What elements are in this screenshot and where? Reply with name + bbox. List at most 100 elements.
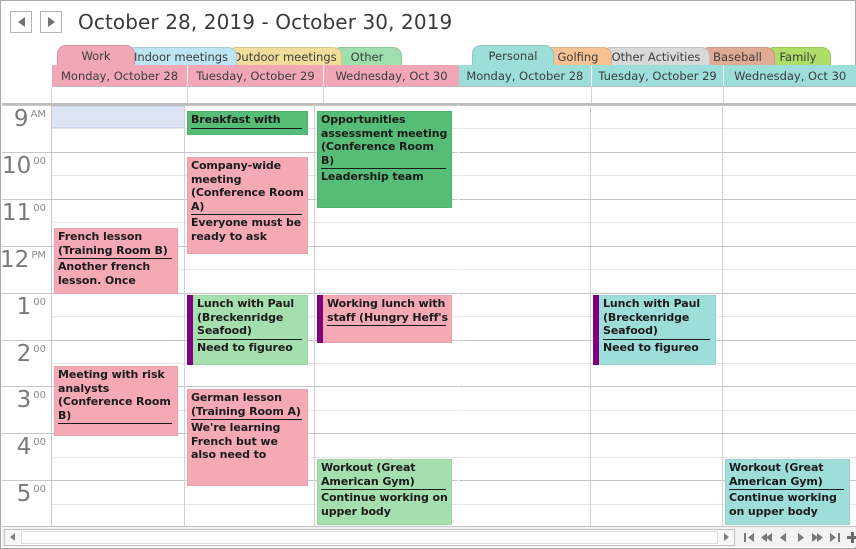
appointment-divider xyxy=(603,338,710,340)
selected-time-cell[interactable] xyxy=(52,106,184,129)
half-hour-gridline xyxy=(591,269,722,270)
all-day-cell-1[interactable] xyxy=(592,87,725,103)
prev-page-button[interactable] xyxy=(758,528,775,547)
appointment[interactable]: Workout (Great American Gym) Continue wor… xyxy=(317,459,452,525)
hour-gridline xyxy=(459,433,590,434)
time-grid-right: Lunch with Paul (Breckenridge Seafood) Ne… xyxy=(459,105,856,527)
appointment[interactable]: Working lunch with staff (Hungry Heff's xyxy=(317,295,452,343)
day-header-0[interactable]: Monday, October 28 xyxy=(52,65,188,87)
group-tab-baseball[interactable]: Baseball xyxy=(700,47,775,65)
hour-gridline xyxy=(52,199,184,200)
day-header-row-left: Monday, October 28 Tuesday, October 29 Wed… xyxy=(2,65,459,87)
day-header-label: Tuesday, October 29 xyxy=(598,69,717,83)
time-label-suffix: PM xyxy=(31,249,46,261)
time-label-suffix: 00 xyxy=(33,390,46,402)
hour-gridline xyxy=(185,152,314,153)
day-columns-right[interactable]: Lunch with Paul (Breckenridge Seafood) Ne… xyxy=(459,105,856,527)
scroll-left-button[interactable] xyxy=(5,529,20,545)
appointment[interactable]: German lesson (Training Room A) We're lea… xyxy=(187,389,308,486)
all-day-cell-2[interactable] xyxy=(324,87,459,103)
time-ruler-left: 9 AM 10 00 11 00 12 PM 1 00 2 00 3 00 4 00 5 00 xyxy=(2,105,52,527)
hour-gridline xyxy=(591,105,722,106)
all-day-corner xyxy=(2,87,52,103)
appointment[interactable]: Opportunities assessment meeting (Confer… xyxy=(317,111,452,208)
appointment[interactable]: Company-wide meeting (Conference Room A)… xyxy=(187,157,308,254)
day-column-0[interactable] xyxy=(459,105,591,527)
next-button[interactable] xyxy=(792,528,809,547)
group-tab-work[interactable]: Work xyxy=(57,45,135,65)
hour-gridline xyxy=(723,340,856,341)
time-label-suffix: 00 xyxy=(33,484,46,496)
appointment[interactable]: Lunch with Paul (Breckenridge Seafood) Ne… xyxy=(593,295,716,365)
group-tabstrip-left: Work Indoor meetings Outdoor meetings Other xyxy=(2,45,459,65)
day-header-0[interactable]: Monday, October 28 xyxy=(459,65,592,87)
day-column-0[interactable]: French lesson (Training Room B) Another f… xyxy=(52,105,185,527)
day-header-2[interactable]: Wednesday, Oct 30 xyxy=(324,65,459,87)
prev-period-button[interactable] xyxy=(10,11,32,33)
horizontal-scrollbar[interactable] xyxy=(4,528,735,546)
hour-gridline xyxy=(591,293,722,294)
half-hour-gridline xyxy=(591,222,722,223)
half-hour-gridline xyxy=(459,316,590,317)
appointment-subject: Opportunities assessment meeting (Confer… xyxy=(321,113,448,167)
appointment[interactable]: Lunch with Paul (Breckenridge Seafood) Ne… xyxy=(187,295,308,365)
appointment[interactable]: Workout (Great American Gym) Continue wor… xyxy=(725,459,850,525)
last-page-button[interactable] xyxy=(826,528,843,547)
scrollbar-thumb[interactable] xyxy=(21,530,718,544)
appointment-divider xyxy=(321,168,446,169)
day-column-2[interactable]: Opportunities assessment meeting (Confer… xyxy=(315,105,458,527)
hour-gridline xyxy=(52,480,184,481)
time-label-4: 4 00 xyxy=(17,434,46,481)
half-hour-gridline xyxy=(591,457,722,458)
group-tab-label: Work xyxy=(81,49,111,63)
appointment[interactable]: Breakfast with xyxy=(187,111,308,135)
appointment-body: Breakfast with xyxy=(187,111,308,135)
all-day-cell-0[interactable] xyxy=(459,87,592,103)
day-column-1[interactable]: Lunch with Paul (Breckenridge Seafood) Ne… xyxy=(591,105,723,527)
half-hour-gridline xyxy=(459,222,590,223)
all-day-area-left[interactable] xyxy=(2,87,459,105)
prev-button[interactable] xyxy=(775,528,792,547)
half-hour-gridline xyxy=(591,504,722,505)
day-header-label: Monday, October 28 xyxy=(60,69,179,83)
next-period-button[interactable] xyxy=(40,11,62,33)
appointment-divider xyxy=(197,338,302,340)
day-header-1[interactable]: Tuesday, October 29 xyxy=(188,65,324,87)
day-header-label: Monday, October 28 xyxy=(466,69,584,83)
group-tab-other[interactable]: Other xyxy=(332,47,402,65)
all-day-cell-2[interactable] xyxy=(724,87,856,103)
hour-gridline xyxy=(591,199,722,200)
next-page-button[interactable] xyxy=(809,528,826,547)
appointment[interactable]: Meeting with risk analysts (Conference R… xyxy=(54,366,178,436)
zoom-in-button[interactable] xyxy=(843,528,856,547)
half-hour-gridline xyxy=(52,175,184,176)
day-column-1[interactable]: Breakfast with Company-wide meeting (Conf… xyxy=(185,105,315,527)
first-page-button[interactable] xyxy=(741,528,758,547)
appointment-body: French lesson (Training Room B) Another f… xyxy=(54,228,178,294)
group-tab-other-activities[interactable]: Other Activities xyxy=(602,47,710,65)
half-hour-gridline xyxy=(459,410,590,411)
time-label-3: 3 00 xyxy=(17,387,46,434)
time-label-10: 10 00 xyxy=(2,153,46,200)
appointment-divider xyxy=(191,419,302,420)
toolbar: October 28, 2019 - October 30, 2019 xyxy=(1,1,855,43)
group-tab-outdoor-meetings[interactable]: Outdoor meetings xyxy=(227,47,342,65)
scroll-right-button[interactable] xyxy=(719,529,734,545)
group-tab-indoor-meetings[interactable]: Indoor meetings xyxy=(125,47,237,65)
group-tab-label: Family xyxy=(779,50,817,64)
group-tab-label: Outdoor meetings xyxy=(232,50,337,64)
appointment[interactable]: French lesson (Training Room B) Another f… xyxy=(54,228,178,294)
day-columns-left[interactable]: French lesson (Training Room B) Another f… xyxy=(52,105,459,527)
group-tab-golfing[interactable]: Golfing xyxy=(544,47,612,65)
day-header-1[interactable]: Tuesday, October 29 xyxy=(591,65,725,87)
all-day-cell-0[interactable] xyxy=(52,87,188,103)
day-header-2[interactable]: Wednesday, Oct 30 xyxy=(724,65,856,87)
time-label-suffix: 00 xyxy=(33,155,46,167)
half-hour-gridline xyxy=(459,175,590,176)
all-day-cell-1[interactable] xyxy=(188,87,324,103)
all-day-area-right[interactable] xyxy=(459,87,856,105)
day-column-2[interactable]: Workout (Great American Gym) Continue wor… xyxy=(723,105,856,527)
hour-gridline xyxy=(591,433,722,434)
group-tab-personal[interactable]: Personal xyxy=(472,45,554,65)
half-hour-gridline xyxy=(52,363,184,364)
